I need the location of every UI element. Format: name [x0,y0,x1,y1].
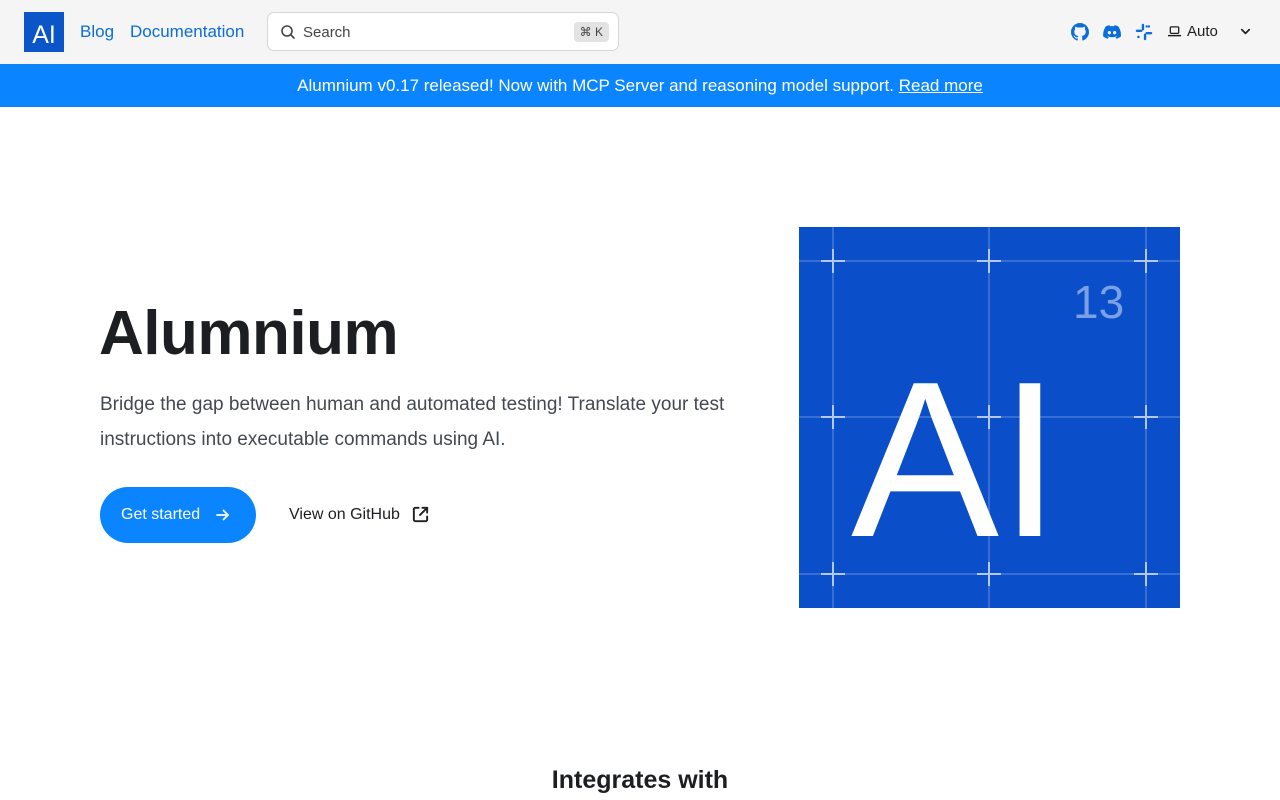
get-started-button[interactable]: Get started [100,487,256,543]
nav-link-blog[interactable]: Blog [80,22,114,42]
logo[interactable]: AI [24,12,64,52]
laptop-icon [1168,26,1181,37]
nav-link-documentation[interactable]: Documentation [130,22,244,42]
slack-icon[interactable] [1135,23,1153,41]
view-on-github-label: View on GitHub [289,506,400,523]
tile-atomic-number: 13 [1073,276,1125,328]
theme-label: Auto [1187,23,1218,40]
chevron-down-icon[interactable] [1239,25,1252,38]
search-button[interactable]: Search ⌘ K [267,12,619,51]
external-link-icon [412,506,429,523]
navbar: AI Blog Documentation Search ⌘ K Auto [0,0,1280,64]
hero-subtitle: Bridge the gap between human and automat… [100,394,725,450]
get-started-label: Get started [121,506,201,523]
announcement-text: Alumnium v0.17 released! Now with MCP Se… [297,76,895,95]
integrations-heading: Integrates with [551,766,729,794]
search-placeholder: Search [303,24,351,41]
github-icon[interactable] [1071,23,1089,41]
discord-icon[interactable] [1103,23,1121,41]
announcement-bar: Alumnium v0.17 released! Now with MCP Se… [0,64,1280,107]
tile-symbol: AI [851,336,1061,584]
hero-title: Alumnium [99,299,399,368]
element-tile: 13 AI [799,227,1180,608]
read-more-link[interactable]: Read more [899,76,983,95]
arrow-right-icon [216,509,229,521]
search-shortcut: ⌘ K [573,22,609,42]
search-icon [281,25,295,39]
